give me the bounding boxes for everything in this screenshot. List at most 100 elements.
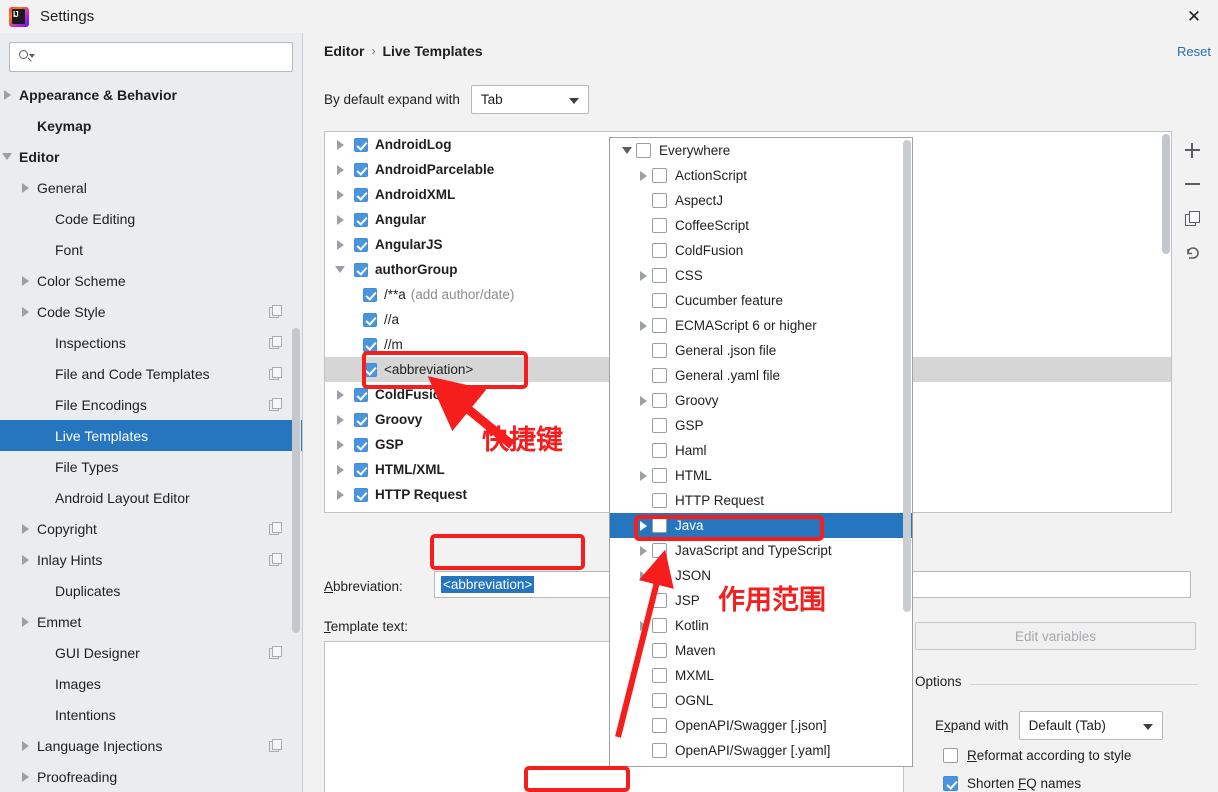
chevron-right-icon[interactable] [18,553,32,567]
context-checkbox[interactable] [652,193,667,208]
context-item-ecmascript-6-or-higher[interactable]: ECMAScript 6 or higher [610,313,912,338]
search-box[interactable] [9,42,293,72]
context-item-coffeescript[interactable]: CoffeeScript [610,213,912,238]
sidebar-item-appearance-behavior[interactable]: Appearance & Behavior [0,79,302,110]
chevron-right-icon[interactable] [18,615,32,629]
duplicate-template-button[interactable] [1177,201,1207,235]
sidebar-item-android-layout-editor[interactable]: Android Layout Editor [0,482,302,513]
chevron-right-icon[interactable] [333,413,347,427]
chevron-right-icon[interactable] [634,271,652,281]
reformat-option-row[interactable]: Reformat according to style [943,748,1131,763]
template-enabled-checkbox[interactable] [354,412,368,427]
sidebar-item-emmet[interactable]: Emmet [0,606,302,637]
chevron-right-icon[interactable] [18,181,32,195]
context-checkbox[interactable] [652,293,667,308]
sidebar-item-font[interactable]: Font [0,234,302,265]
context-checkbox[interactable] [652,743,667,758]
context-item-actionscript[interactable]: ActionScript [610,163,912,188]
template-enabled-checkbox[interactable] [354,237,368,252]
reformat-checkbox[interactable] [943,748,958,763]
copy-settings-icon[interactable] [269,305,282,318]
copy-settings-icon[interactable] [269,398,282,411]
chevron-right-icon[interactable] [18,770,32,784]
context-checkbox[interactable] [652,693,667,708]
context-selection-popup[interactable]: Everywhere ActionScript AspectJ CoffeeScrip… [609,137,913,767]
chevron-right-icon[interactable] [634,546,652,556]
close-icon[interactable]: ✕ [1170,0,1218,33]
chevron-right-icon[interactable] [0,88,14,102]
context-checkbox[interactable] [652,718,667,733]
sidebar-item-inspections[interactable]: Inspections [0,327,302,358]
context-checkbox[interactable] [652,168,667,183]
context-item-html[interactable]: HTML [610,463,912,488]
template-enabled-checkbox[interactable] [354,437,368,452]
template-enabled-checkbox[interactable] [354,262,368,277]
template-enabled-checkbox[interactable] [363,312,377,327]
sidebar-item-images[interactable]: Images [0,668,302,699]
context-popup-scrollbar[interactable] [902,140,911,766]
sidebar-scrollbar[interactable] [292,88,301,770]
chevron-right-icon[interactable] [18,274,32,288]
chevron-right-icon[interactable] [333,463,347,477]
template-enabled-checkbox[interactable] [354,162,368,177]
chevron-right-icon[interactable] [18,305,32,319]
context-checkbox[interactable] [652,543,667,558]
sidebar-item-general[interactable]: General [0,172,302,203]
context-item-aspectj[interactable]: AspectJ [610,188,912,213]
search-input[interactable] [34,49,292,65]
copy-settings-icon[interactable] [269,646,282,659]
context-checkbox[interactable] [652,343,667,358]
copy-settings-icon[interactable] [269,553,282,566]
context-item-cucumber-feature[interactable]: Cucumber feature [610,288,912,313]
context-item-javascript-and-typescript[interactable]: JavaScript and TypeScript [610,538,912,563]
chevron-right-icon[interactable] [333,163,347,177]
templates-scrollbar-thumb[interactable] [1162,134,1170,254]
chevron-right-icon[interactable] [634,396,652,406]
context-item-gsp[interactable]: GSP [610,413,912,438]
sidebar-item-code-style[interactable]: Code Style [0,296,302,327]
restore-defaults-button[interactable] [1177,235,1207,269]
expand-with-select[interactable]: Default (Tab) [1018,711,1163,740]
sidebar-item-language-injections[interactable]: Language Injections [0,730,302,761]
template-enabled-checkbox[interactable] [354,387,368,402]
context-checkbox[interactable] [652,643,667,658]
context-item-haml[interactable]: Haml [610,438,912,463]
shorten-option-row[interactable]: Shorten FQ names [943,776,1081,791]
chevron-down-icon[interactable] [618,147,636,154]
copy-settings-icon[interactable] [269,739,282,752]
template-enabled-checkbox[interactable] [363,362,377,377]
context-item-coldfusion[interactable]: ColdFusion [610,238,912,263]
sidebar-item-proofreading[interactable]: Proofreading [0,761,302,792]
context-checkbox[interactable] [652,268,667,283]
sidebar-item-editor[interactable]: Editor [0,141,302,172]
context-checkbox[interactable] [652,518,667,533]
sidebar-item-live-templates[interactable]: Live Templates [0,420,302,451]
sidebar-scrollbar-thumb[interactable] [292,328,300,633]
chevron-right-icon[interactable] [333,238,347,252]
context-checkbox[interactable] [652,493,667,508]
chevron-right-icon[interactable] [333,438,347,452]
chevron-down-icon[interactable] [333,263,347,277]
context-item-openapi-swagger-json[interactable]: OpenAPI/Swagger [.json] [610,713,912,738]
context-item-groovy[interactable]: Groovy [610,388,912,413]
chevron-right-icon[interactable] [634,321,652,331]
context-item-java[interactable]: Java [610,513,912,538]
sidebar-item-code-editing[interactable]: Code Editing [0,203,302,234]
shorten-fq-checkbox[interactable] [943,776,958,791]
context-item-general-json-file[interactable]: General .json file [610,338,912,363]
template-enabled-checkbox[interactable] [354,187,368,202]
context-checkbox[interactable] [652,568,667,583]
chevron-right-icon[interactable] [18,522,32,536]
context-checkbox[interactable] [652,218,667,233]
sidebar-item-inlay-hints[interactable]: Inlay Hints [0,544,302,575]
template-enabled-checkbox[interactable] [354,212,368,227]
chevron-right-icon[interactable] [634,571,652,581]
context-checkbox[interactable] [652,318,667,333]
template-enabled-checkbox[interactable] [363,337,377,352]
chevron-right-icon[interactable] [634,521,652,531]
templates-scrollbar[interactable] [1162,132,1171,512]
chevron-right-icon[interactable] [634,171,652,181]
chevron-right-icon[interactable] [333,213,347,227]
context-checkbox[interactable] [652,418,667,433]
sidebar-item-duplicates[interactable]: Duplicates [0,575,302,606]
